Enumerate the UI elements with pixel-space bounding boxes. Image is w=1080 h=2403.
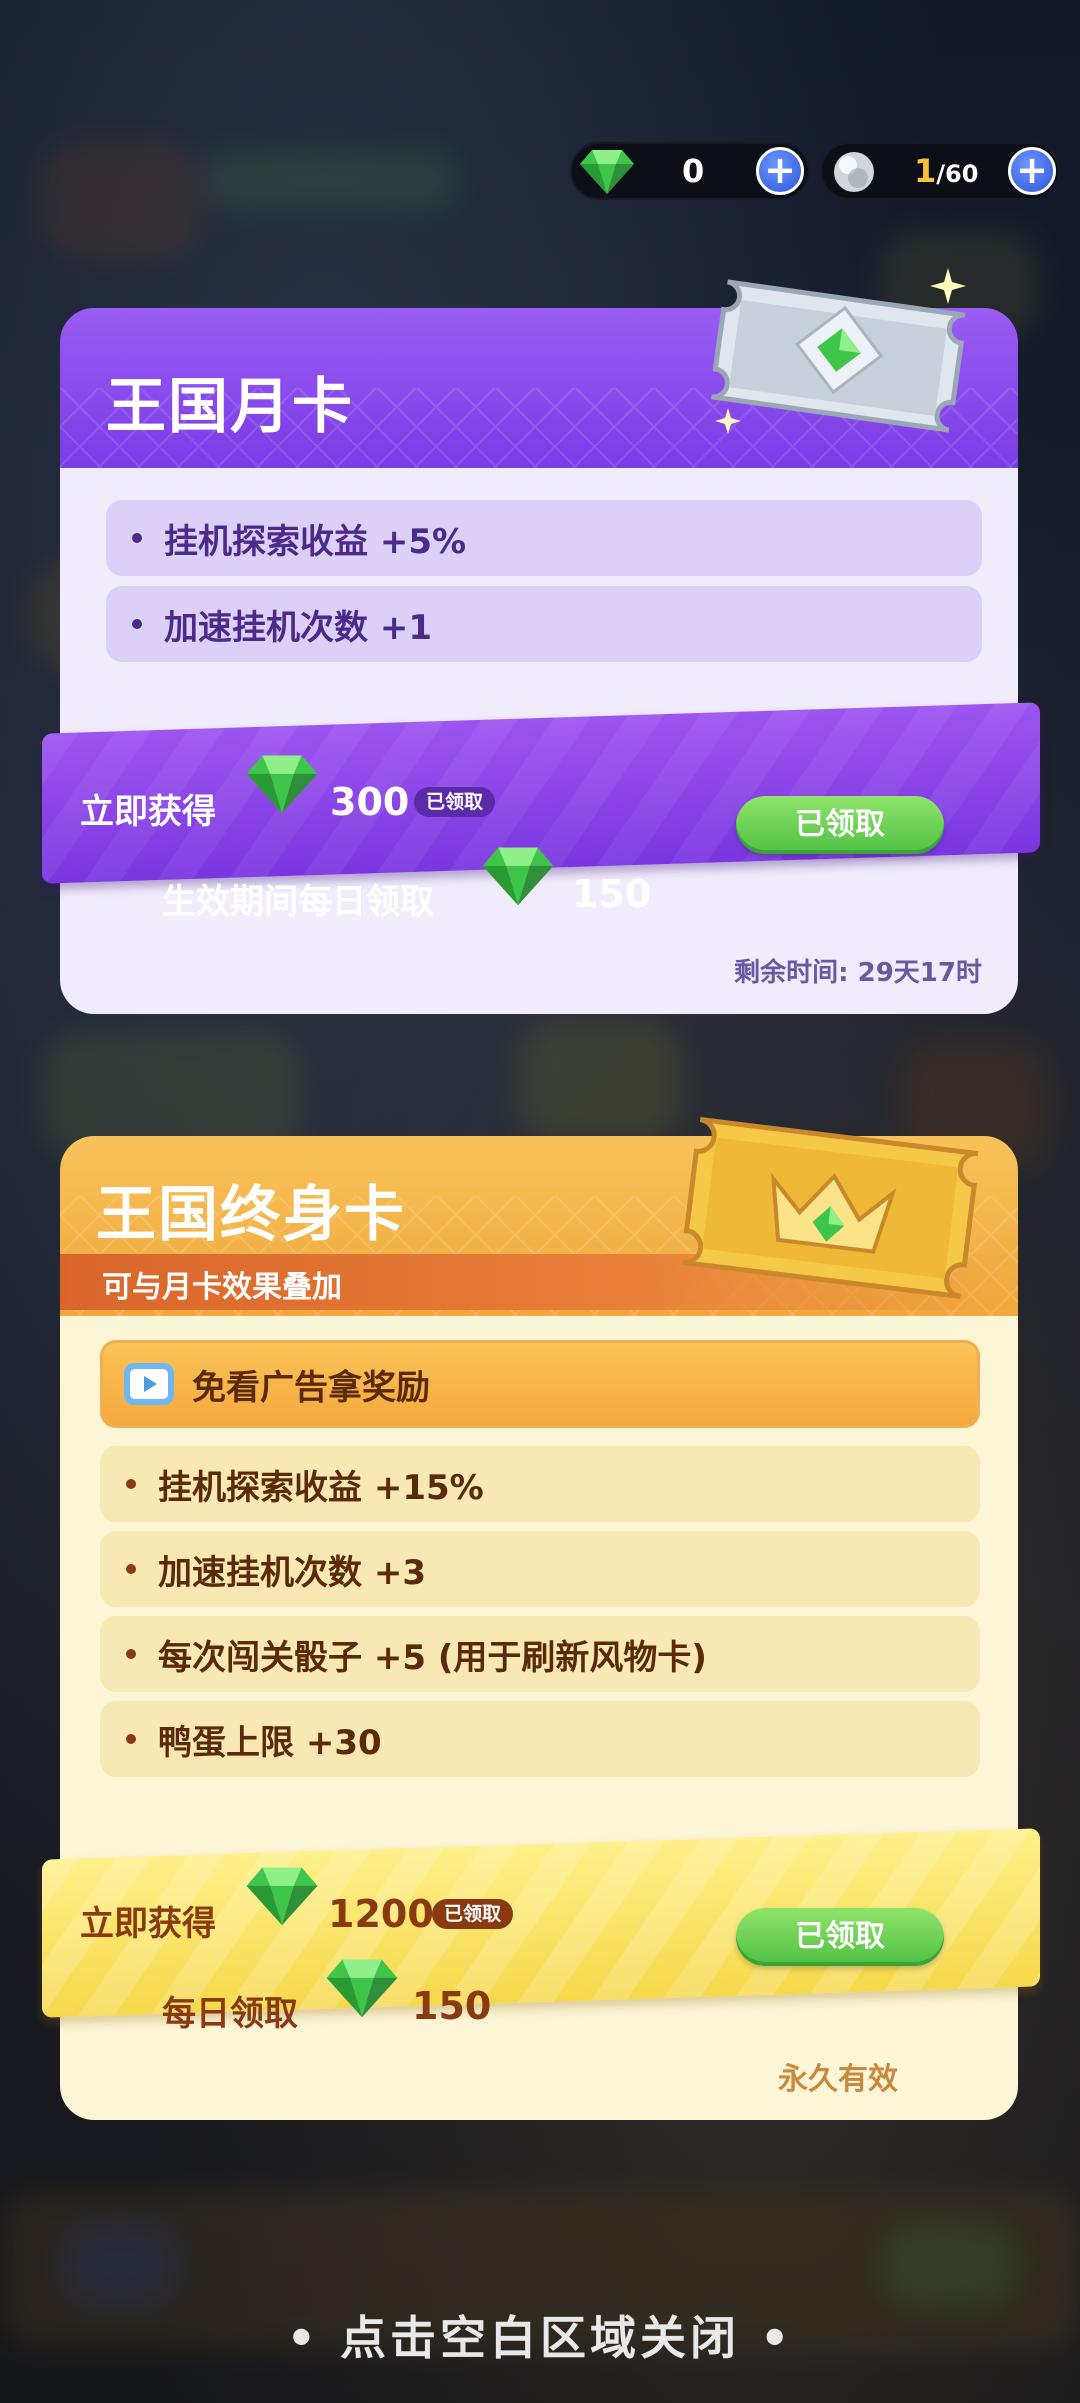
lifetime-benefit-row: 挂机探索收益 +15% [100, 1446, 980, 1522]
monthly-benefit-row: 加速挂机次数 +1 [106, 586, 982, 662]
lifetime-claim-button[interactable]: 已领取 [736, 1908, 944, 1966]
green-gem-icon [246, 755, 318, 814]
bullet [126, 1564, 136, 1574]
stamina-current: 1 [914, 152, 937, 190]
green-gem-icon [326, 1959, 398, 2018]
benefit-text: 挂机探索收益 +5% [164, 521, 467, 562]
benefit-text: 加速挂机次数 +3 [158, 1552, 426, 1593]
gem-currency-bar: 0 + [570, 142, 810, 200]
silver-ticket-icon [711, 268, 966, 434]
instant-gain-label: 立即获得 [80, 1904, 216, 1944]
validity-text: 永久有效 [778, 2062, 898, 2097]
lifetime-benefit-row: 鸭蛋上限 +30 [100, 1701, 980, 1777]
benefit-text: 挂机探索收益 +15% [158, 1467, 484, 1508]
claimed-badge: 已领取 [414, 787, 496, 817]
monthly-claim-button[interactable]: 已领取 [736, 796, 944, 854]
benefit-text: 加速挂机次数 +1 [164, 607, 432, 648]
lifetime-card-title: 王国终身卡 [96, 1180, 406, 1250]
stamina-currency-bar: 1/60 + [820, 142, 1060, 200]
instant-gem-amount: 1200 [328, 1892, 434, 1936]
remaining-time: 剩余时间: 29天17时 [734, 958, 982, 988]
add-stamina-button[interactable]: + [1008, 147, 1056, 195]
ad-free-row: 免看广告拿奖励 [100, 1340, 980, 1428]
monthly-benefit-row: 挂机探索收益 +5% [106, 500, 982, 576]
monthly-card-title: 王国月卡 [106, 372, 354, 442]
daily-gain-label: 生效期间每日领取 [162, 882, 434, 922]
gem-count: 0 [682, 152, 705, 190]
bullet [126, 1479, 136, 1489]
instant-gem-amount: 300 [330, 780, 410, 824]
monthly-card-panel: 王国月卡 挂机探索收益 +5% 加速挂机次数 +1 立即获得 300 已领取 生… [42, 268, 1040, 1014]
silver-orb-icon [834, 152, 874, 192]
daily-gem-amount: 150 [412, 1984, 492, 2028]
daily-gem-amount: 150 [572, 872, 652, 916]
lifetime-benefit-row: 每次闯关骰子 +5 (用于刷新风物卡) [100, 1616, 980, 1692]
daily-gain-label: 每日领取 [162, 1994, 298, 2034]
stamina-value: 1/60 [914, 152, 978, 190]
ad-free-text: 免看广告拿奖励 [192, 1367, 430, 1408]
lifetime-card-subtitle: 可与月卡效果叠加 [102, 1270, 342, 1305]
lifetime-card-panel: 王国终身卡 可与月卡效果叠加 免看广告拿奖励 挂机探索收益 +15% 加速挂机次… [42, 1117, 1040, 2120]
bullet [126, 1734, 136, 1744]
claimed-badge: 已领取 [432, 1899, 514, 1929]
gold-crown-ticket-icon [682, 1117, 979, 1300]
bullet [126, 1649, 136, 1659]
add-gems-button[interactable]: + [756, 147, 804, 195]
green-gem-icon [482, 847, 554, 906]
benefit-text: 鸭蛋上限 +30 [158, 1722, 382, 1763]
instant-gain-label: 立即获得 [80, 792, 216, 832]
green-gem-icon [246, 1867, 318, 1926]
benefit-text: 每次闯关骰子 +5 (用于刷新风物卡) [158, 1637, 707, 1678]
close-hint[interactable]: • 点击空白区域关闭 • [0, 2302, 1080, 2368]
green-gem-icon [580, 150, 634, 194]
bullet [132, 533, 142, 543]
lifetime-benefit-row: 加速挂机次数 +3 [100, 1531, 980, 1607]
video-play-icon [124, 1363, 174, 1405]
stamina-max: /60 [936, 160, 979, 188]
bullet [132, 619, 142, 629]
